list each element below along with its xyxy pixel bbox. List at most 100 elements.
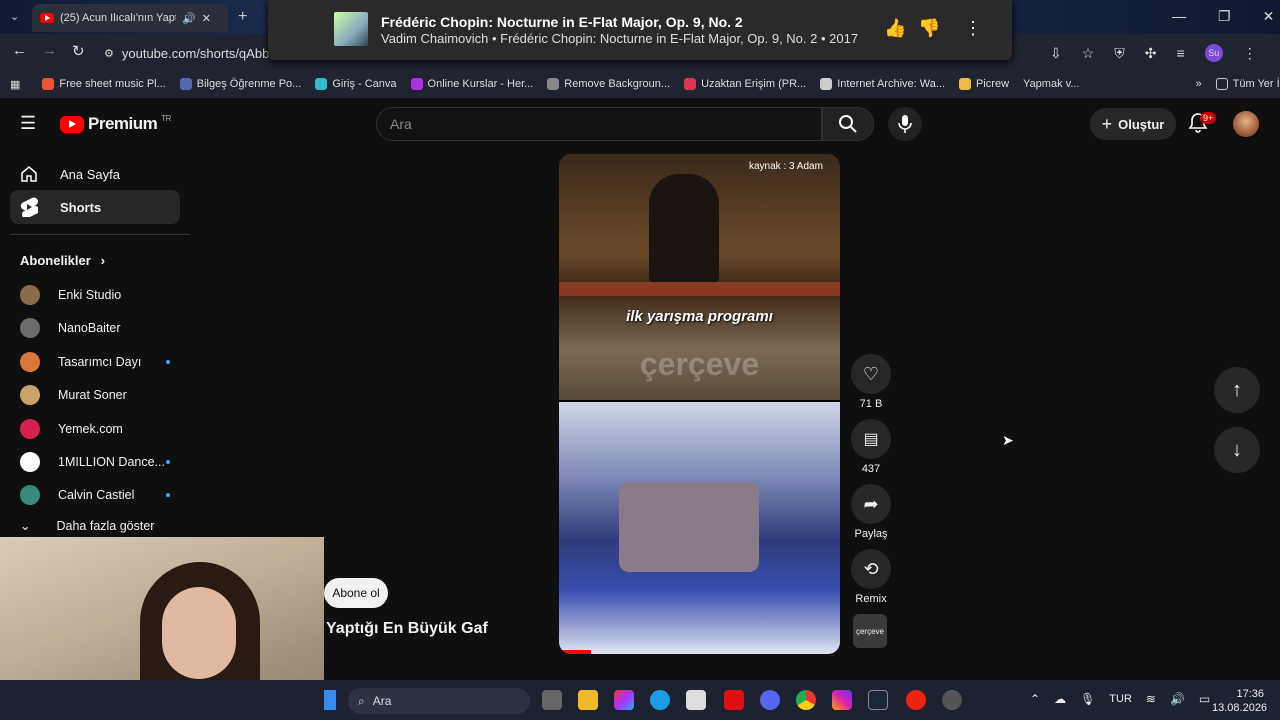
logo-region-badge: TR (161, 114, 171, 123)
bookmark-item[interactable]: Yapmak v... (1023, 78, 1079, 90)
volume-icon[interactable]: 🔊 (1170, 692, 1185, 706)
tab-close-icon[interactable]: ✕ (202, 12, 211, 25)
like-button[interactable]: ♡ (851, 354, 891, 394)
subscription-item[interactable]: Enki Studio (20, 284, 121, 306)
windows-start-icon[interactable] (324, 690, 336, 710)
hamburger-menu-icon[interactable]: ☰ (20, 113, 36, 134)
all-bookmarks[interactable]: Tüm Yer İşaretleri (1215, 78, 1280, 90)
apps-icon[interactable]: ▦ (10, 78, 20, 91)
search-input[interactable]: Ara (376, 107, 822, 141)
user-avatar[interactable] (1233, 111, 1259, 137)
install-icon[interactable]: ⇩ (1050, 45, 1062, 62)
battery-icon[interactable]: ▭ (1199, 692, 1210, 706)
video-progress-bar[interactable] (559, 650, 591, 654)
edge-icon[interactable] (650, 690, 670, 710)
shorts-icon (20, 197, 38, 217)
more-bookmarks-icon[interactable]: » (1196, 78, 1202, 90)
subscription-item[interactable]: Tasarımcı Dayı (20, 351, 170, 373)
microphone-icon (898, 115, 912, 133)
tray-expand-icon[interactable]: ⌃ (1030, 692, 1040, 706)
shorts-video-player[interactable]: kaynak : 3 Adam ilk yarışma programı çer… (559, 154, 840, 654)
music-app-icon[interactable] (906, 690, 926, 710)
show-more-button[interactable]: ⌄ Daha fazla göster (20, 518, 154, 534)
new-tab-icon[interactable]: + (238, 8, 247, 26)
sidebar-item-shorts[interactable]: Shorts (10, 190, 180, 224)
remix-button[interactable]: ⟲ (851, 549, 891, 589)
more-options-icon[interactable]: ⋮ (964, 18, 982, 39)
create-button[interactable]: + Oluştur (1090, 108, 1176, 140)
copilot-icon[interactable] (614, 690, 634, 710)
onedrive-icon[interactable]: ☁ (1054, 692, 1066, 706)
tab-list-icon[interactable]: ⌄ (10, 10, 19, 23)
bookmark-star-icon[interactable]: ☆ (1082, 45, 1095, 62)
subscription-item[interactable]: Calvin Castiel (20, 484, 170, 506)
youtube-favicon-icon (40, 13, 54, 23)
bookmark-item[interactable]: Giriş - Canva (315, 78, 397, 90)
like-count: 71 B (859, 398, 883, 410)
microphone-tray-icon[interactable]: 🎙 (1080, 692, 1095, 706)
share-icon: ➦ (863, 493, 879, 514)
new-content-dot (166, 493, 170, 498)
restore-icon[interactable]: ❐ (1218, 8, 1231, 25)
bookmark-item[interactable]: Uzaktan Erişim (PR... (684, 78, 806, 90)
video-caption: ilk yarışma programı (626, 308, 773, 325)
clock-time: 17:36 (1236, 688, 1264, 700)
comments-button[interactable]: ▤ (851, 419, 891, 459)
bookmark-item[interactable]: Internet Archive: Wa... (820, 78, 945, 90)
instagram-icon[interactable] (832, 690, 852, 710)
language-indicator[interactable]: TUR (1109, 693, 1132, 705)
wifi-icon[interactable]: ≋ (1146, 692, 1156, 706)
forward-icon[interactable]: → (42, 42, 57, 59)
short-title[interactable]: Yaptığı En Büyük Gaf (326, 620, 488, 638)
taskbar-search[interactable]: ⌕ Ara (348, 688, 530, 714)
thumbs-up-icon[interactable]: 👍 (884, 18, 906, 39)
subscriptions-header[interactable]: Abonelikler › (20, 253, 105, 268)
channel-name: Yemek.com (58, 421, 123, 436)
profile-avatar[interactable]: Su (1204, 44, 1223, 62)
next-short-button[interactable]: ↓ (1214, 427, 1260, 473)
reload-icon[interactable]: ↻ (72, 42, 85, 60)
taskbar-clock[interactable]: 17:36 13.08.2026 (1212, 687, 1267, 715)
browser-menu-icon[interactable]: ⋮ (1243, 45, 1257, 62)
album-art (334, 12, 368, 46)
file-explorer-icon[interactable] (578, 690, 598, 710)
youtube-logo[interactable]: Premium TR (60, 114, 171, 134)
thumbs-down-icon[interactable]: 👎 (918, 18, 940, 39)
bookmark-item[interactable]: Remove Backgroun... (547, 78, 670, 90)
voice-search-button[interactable] (888, 107, 922, 141)
plus-icon: + (1101, 113, 1113, 134)
channel-sound-thumb[interactable]: çerçeve (853, 614, 887, 648)
subscription-item[interactable]: Yemek.com (20, 418, 123, 440)
url-field[interactable]: ⚙ youtube.com/shorts/qAbb (104, 40, 284, 66)
search-button[interactable] (822, 107, 874, 141)
shield-icon[interactable]: ⛨ (1114, 45, 1125, 62)
bookmark-item[interactable]: Online Kurslar - Her... (410, 78, 533, 90)
steam-icon[interactable] (868, 690, 888, 710)
bookmark-item[interactable]: Free sheet music Pl... (42, 78, 166, 90)
channel-name: Enki Studio (58, 288, 122, 302)
site-info-icon[interactable]: ⚙ (104, 47, 114, 60)
close-window-icon[interactable]: ✕ (1263, 8, 1275, 25)
app-icon[interactable] (942, 690, 962, 710)
back-icon[interactable]: ← (12, 42, 27, 59)
previous-short-button[interactable]: ↑ (1214, 367, 1260, 413)
subscribe-button[interactable]: Abone ol (324, 578, 388, 608)
discord-icon[interactable] (760, 690, 780, 710)
tab-audio-icon[interactable]: 🔊 (182, 12, 196, 25)
sidebar-item-home[interactable]: Ana Sayfa (10, 157, 180, 191)
browser-tab-active[interactable]: (25) Acun Ilıcalı'nın Yaptığı 🔊 ✕ (32, 4, 228, 32)
l-app-icon[interactable] (724, 690, 744, 710)
extensions-icon[interactable]: ✣ (1145, 45, 1157, 62)
task-view-icon[interactable] (542, 690, 562, 710)
bookmark-item[interactable]: Bilgeş Öğrenme Po... (179, 78, 301, 90)
media-control-icon[interactable]: ≡ (1177, 45, 1185, 61)
chrome-icon[interactable] (796, 690, 816, 710)
subscription-item[interactable]: NanoBaiter (20, 317, 121, 339)
channel-avatar (20, 285, 40, 305)
minimize-icon[interactable]: — (1172, 8, 1186, 25)
share-button[interactable]: ➦ (851, 484, 891, 524)
subscription-item[interactable]: 1MILLION Dance... (20, 451, 170, 473)
store-icon[interactable] (686, 690, 706, 710)
subscription-item[interactable]: Murat Soner (20, 384, 127, 406)
bookmark-item[interactable]: Picrew (959, 78, 1009, 90)
